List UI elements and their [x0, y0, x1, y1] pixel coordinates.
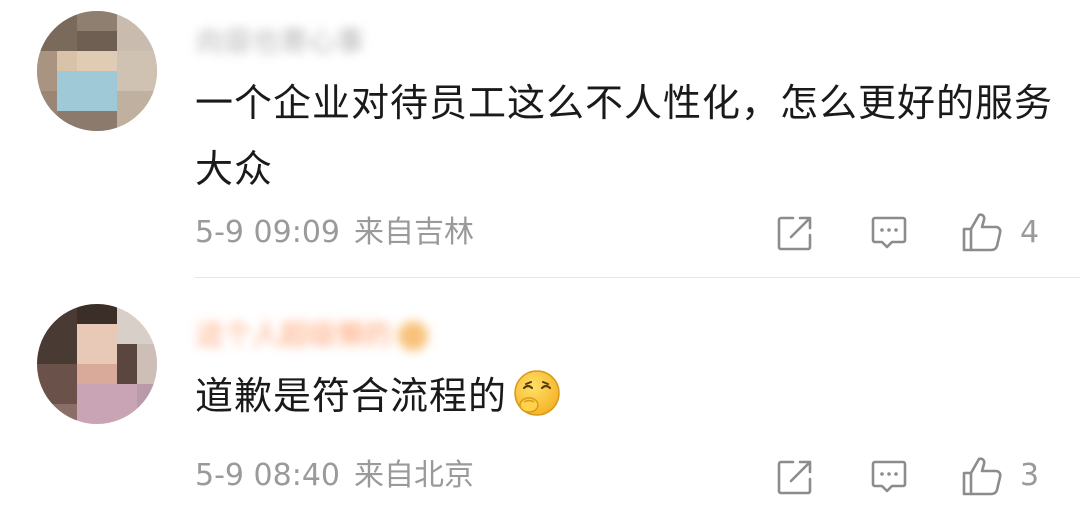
comment-text-body: 一个企业对待员工这么不人性化，怎么更好的服务大众: [195, 81, 1054, 191]
snickering-emoji-icon: [513, 369, 561, 437]
timestamp: 5-9 09:09: [195, 215, 340, 250]
comment-icon: [871, 460, 907, 493]
comment-meta: 5-9 08:40 来自北京: [195, 456, 474, 496]
like-count: 4: [1020, 215, 1040, 250]
avatar[interactable]: [37, 11, 157, 131]
timestamp: 5-9 08:40: [195, 458, 340, 493]
share-button[interactable]: [776, 458, 814, 496]
avatar-image: [37, 11, 157, 131]
comment-icon: [871, 216, 907, 249]
vip-badge-icon: [398, 321, 429, 351]
share-button[interactable]: [776, 214, 814, 252]
comment-item: 这个人超级懒的 道歉是符合流程的 5-9 08:40 来自北京 3: [0, 279, 1080, 516]
comment-meta: 5-9 09:09 来自吉林: [195, 213, 474, 253]
share-icon: [777, 460, 812, 495]
location: 来自北京: [354, 458, 474, 493]
avatar-image: [37, 304, 157, 424]
comment-text-body: 道歉是符合流程的: [195, 374, 508, 418]
like-count: 3: [1020, 458, 1040, 493]
share-icon: [777, 216, 812, 251]
comment-text: 一个企业对待员工这么不人性化，怎么更好的服务大众: [195, 70, 1055, 202]
like-button[interactable]: [960, 454, 1004, 498]
comment-item: 向容也寄心事 一个企业对待员工这么不人性化，怎么更好的服务大众 5-9 09:0…: [0, 0, 1080, 278]
like-button[interactable]: [960, 210, 1004, 254]
comment-button[interactable]: [870, 214, 908, 252]
username-text: 这个人超级懒的: [196, 318, 393, 351]
username[interactable]: 向容也寄心事: [196, 24, 364, 60]
thumbs-up-icon: [962, 213, 1002, 252]
avatar[interactable]: [37, 304, 157, 424]
username[interactable]: 这个人超级懒的: [196, 317, 429, 353]
thumbs-up-icon: [962, 457, 1002, 496]
location: 来自吉林: [354, 215, 474, 250]
divider: [195, 277, 1080, 278]
comment-button[interactable]: [870, 458, 908, 496]
comment-text: 道歉是符合流程的: [195, 363, 1055, 437]
